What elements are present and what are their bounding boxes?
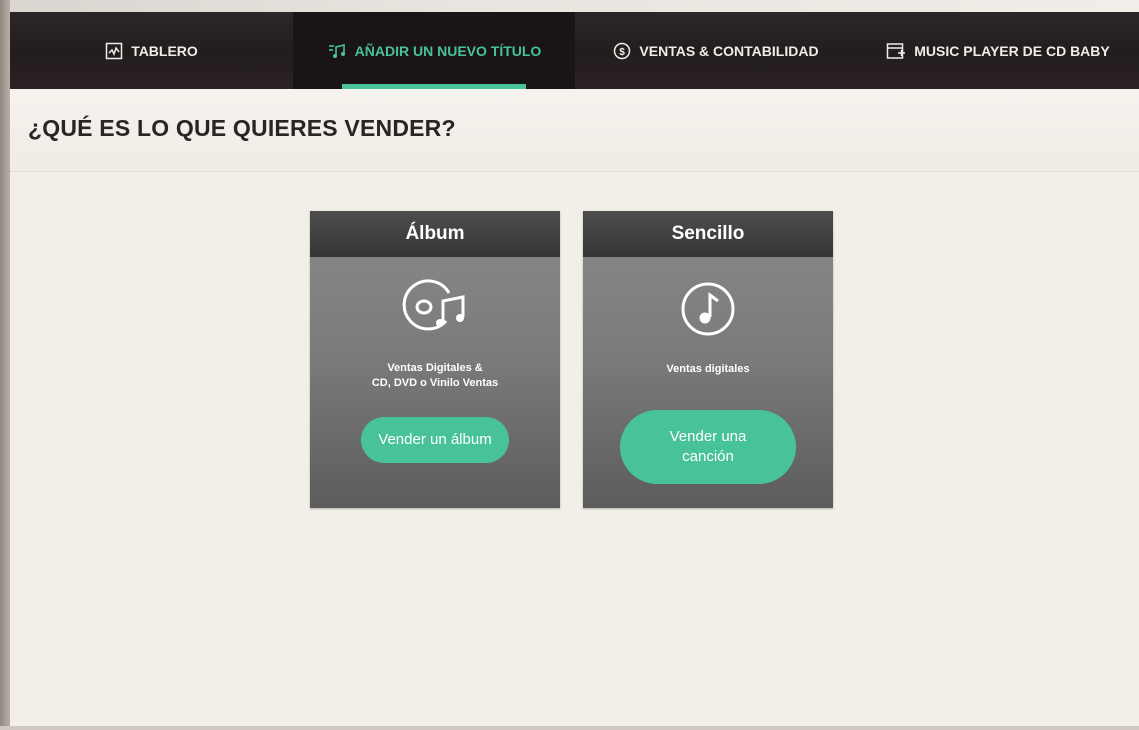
single-card: Sencillo Ventas digitales Vender una can… bbox=[583, 211, 833, 508]
nav-item-label: MUSIC PLAYER DE CD BABY bbox=[914, 42, 1110, 59]
button-label-line2: canción bbox=[682, 448, 734, 465]
nav-item-tablero[interactable]: TABLERO bbox=[10, 12, 293, 89]
card-title: Sencillo bbox=[583, 211, 833, 257]
player-icon bbox=[886, 42, 906, 60]
nav-item-label: VENTAS & CONTABILIDAD bbox=[639, 42, 819, 59]
card-title: Álbum bbox=[310, 211, 560, 257]
sell-album-button[interactable]: Vender un álbum bbox=[361, 417, 509, 463]
top-navigation: TABLERO AÑADIR UN NUEVO TÍTULO $ VENTAS … bbox=[10, 0, 1139, 89]
music-list-icon bbox=[327, 42, 347, 60]
card-description-line1: Ventas Digitales & bbox=[387, 362, 483, 374]
sell-song-button[interactable]: Vender una canción bbox=[620, 410, 796, 484]
card-description: Ventas digitales bbox=[666, 363, 750, 375]
window-frame-bottom bbox=[0, 726, 1139, 730]
page-title: ¿QUÉ ES LO QUE QUIERES VENDER? bbox=[28, 115, 456, 141]
music-note-circle-icon bbox=[680, 281, 736, 342]
nav-item-ventas-contabilidad[interactable]: $ VENTAS & CONTABILIDAD bbox=[575, 12, 857, 89]
dollar-circle-icon: $ bbox=[613, 42, 631, 60]
svg-text:$: $ bbox=[620, 47, 626, 58]
nav-item-anadir-titulo[interactable]: AÑADIR UN NUEVO TÍTULO bbox=[293, 12, 575, 89]
album-card: Álbum Ventas Digitales & CD, DVD o Vinil… bbox=[310, 211, 560, 508]
disc-music-icon bbox=[397, 279, 473, 340]
button-label-line1: Vender una bbox=[669, 428, 747, 445]
chart-icon bbox=[105, 42, 123, 60]
window-frame-left bbox=[0, 0, 10, 730]
nav-item-label: TABLERO bbox=[131, 42, 198, 59]
nav-item-music-player[interactable]: MUSIC PLAYER DE CD BABY bbox=[857, 12, 1139, 89]
nav-item-label: AÑADIR UN NUEVO TÍTULO bbox=[354, 42, 542, 59]
card-description-line2: CD, DVD o Vinilo Ventas bbox=[371, 377, 499, 389]
